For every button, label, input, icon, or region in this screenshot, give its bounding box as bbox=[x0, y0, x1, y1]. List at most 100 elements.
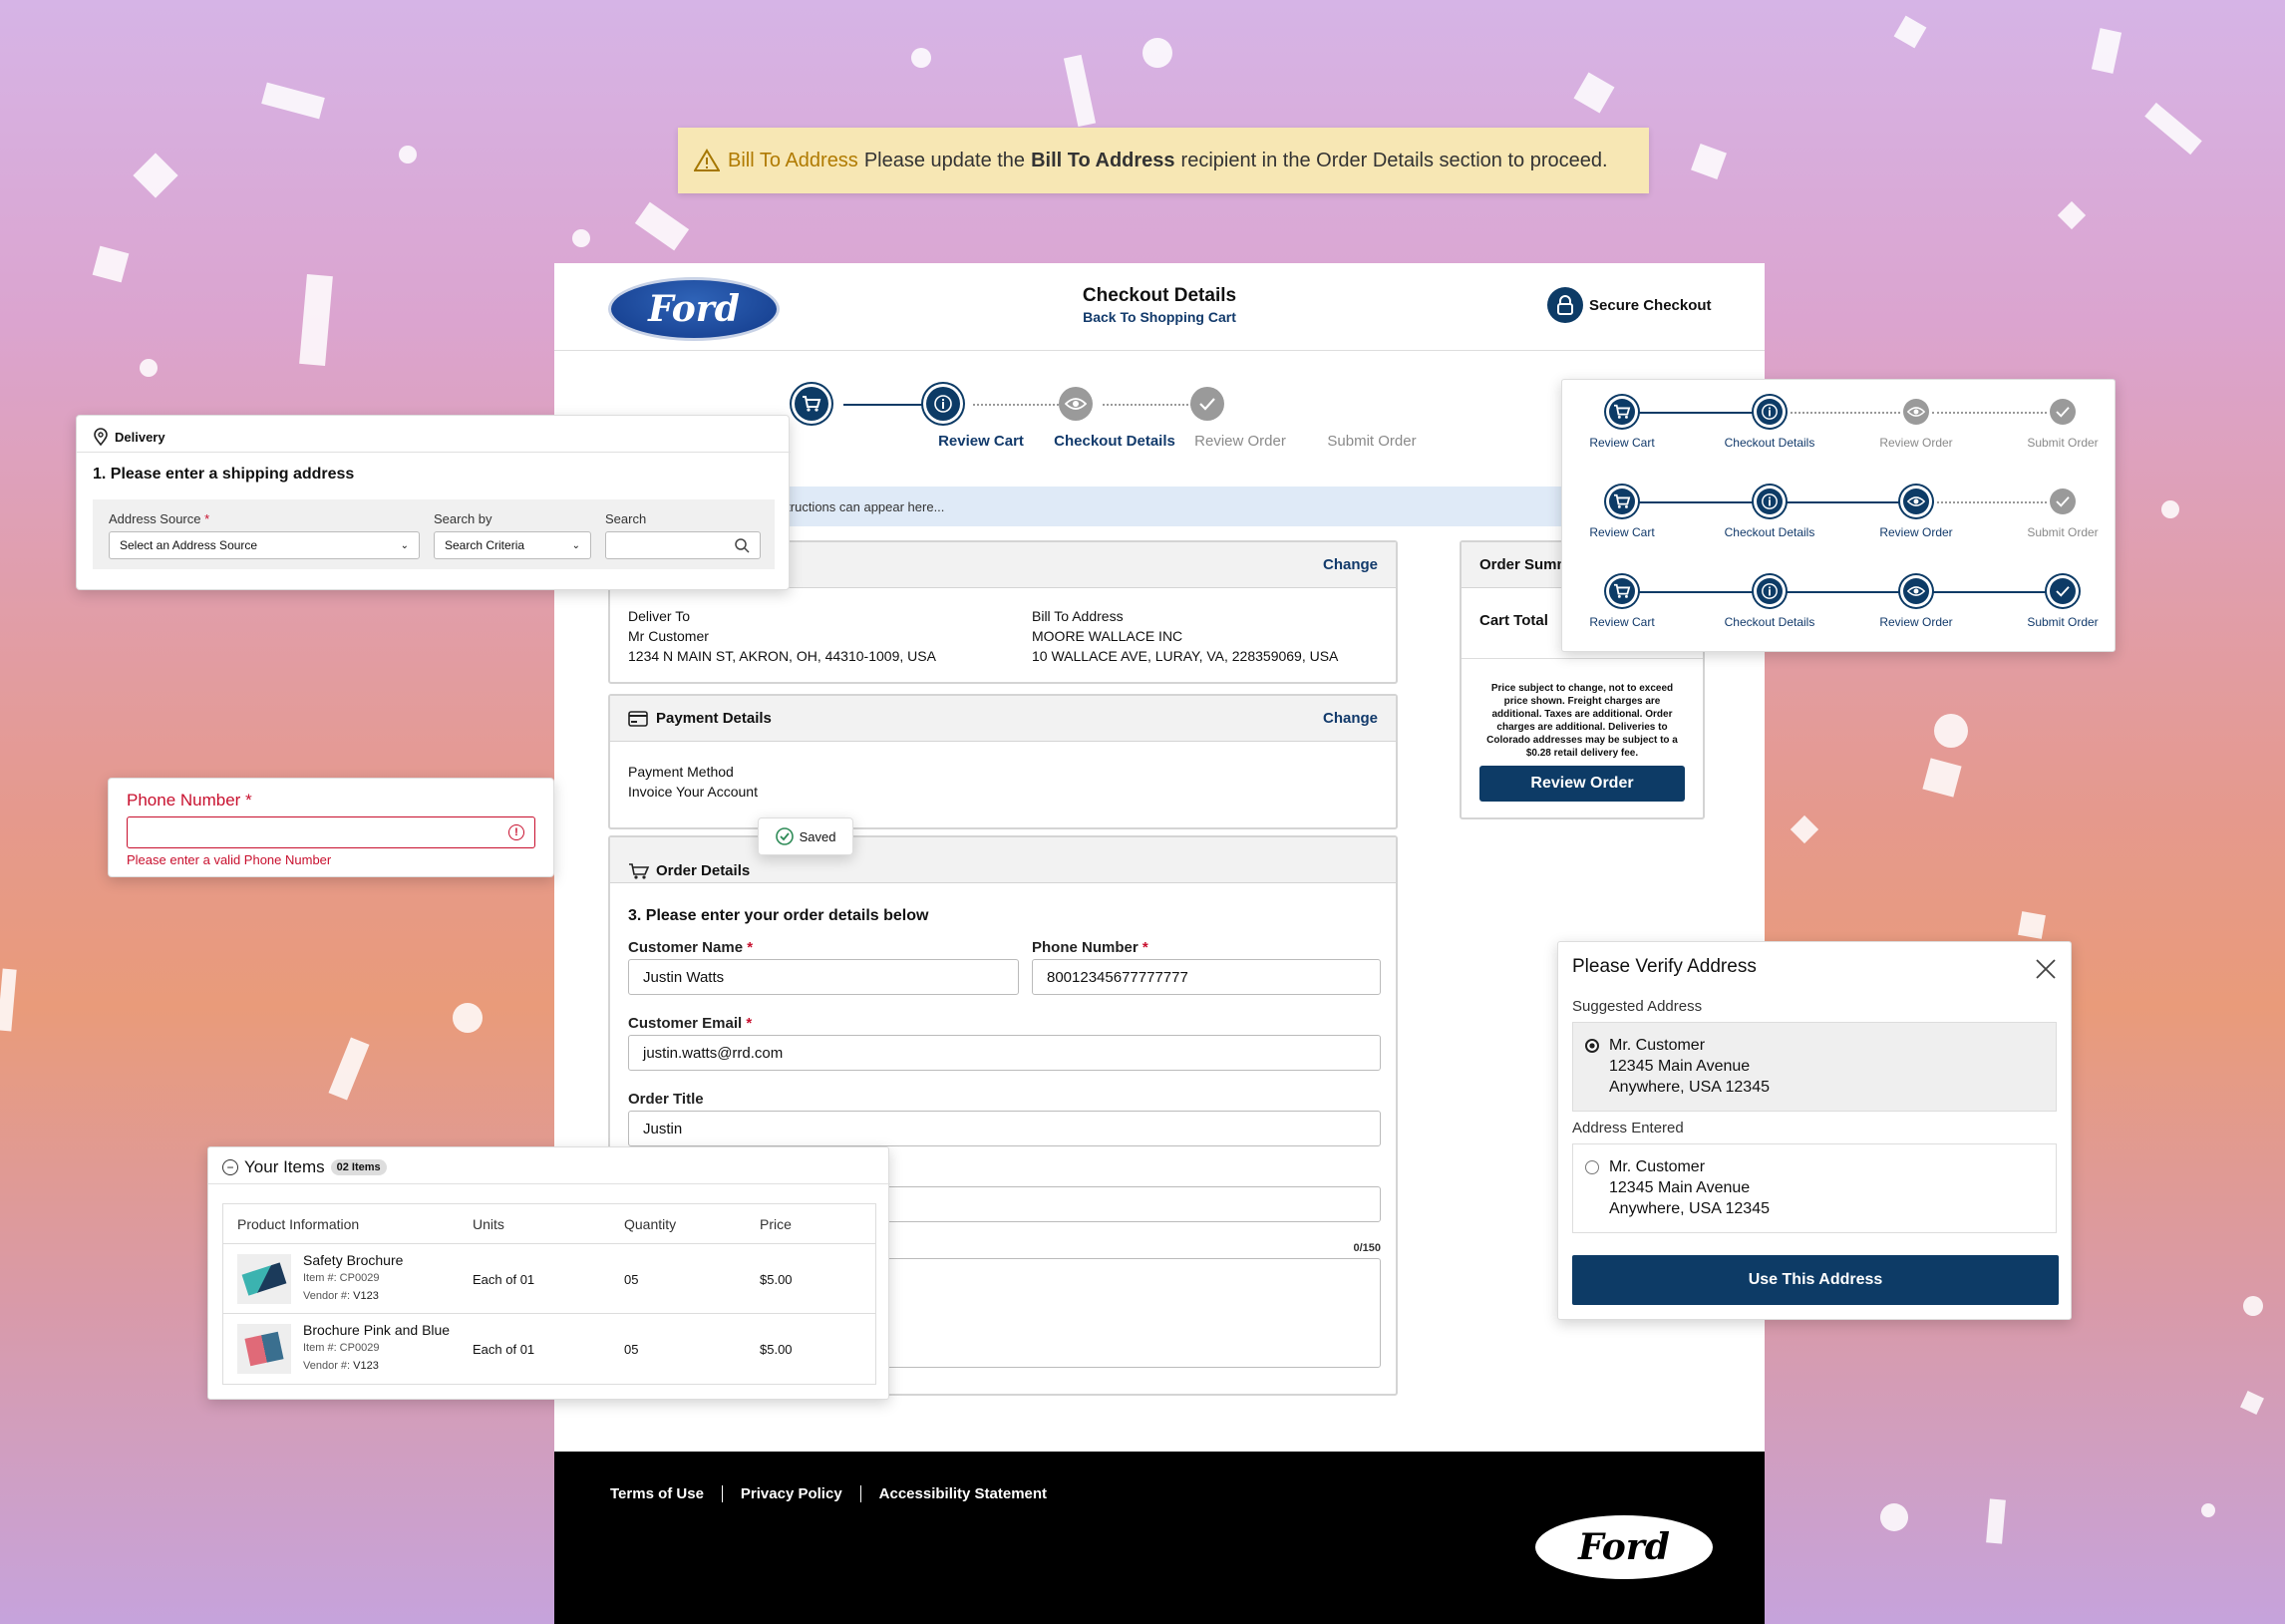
phone-error-input[interactable]: ! bbox=[127, 816, 535, 848]
col-quantity: Quantity bbox=[624, 1216, 677, 1232]
table-row: Safety Brochure Item #: CP0029 Vendor #:… bbox=[223, 1244, 875, 1314]
table-row: Brochure Pink and Blue Item #: CP0029 Ve… bbox=[223, 1314, 875, 1384]
email-label: Customer Email bbox=[628, 1015, 743, 1032]
step-label-review-cart[interactable]: Review Cart bbox=[913, 433, 1049, 450]
info-step-icon[interactable] bbox=[1757, 578, 1783, 604]
product-item: Item #: CP0029 bbox=[303, 1342, 380, 1354]
stepper-label[interactable]: Review Cart bbox=[1552, 615, 1692, 629]
eye-step-icon[interactable] bbox=[1903, 488, 1929, 514]
items-table: Product Information Units Quantity Price… bbox=[222, 1203, 876, 1385]
order-title-input[interactable]: Justin bbox=[628, 1111, 1381, 1146]
info-step-icon[interactable] bbox=[1757, 399, 1783, 425]
product-name: Safety Brochure bbox=[303, 1252, 404, 1268]
saved-toast: Saved bbox=[758, 817, 853, 855]
stepper-label[interactable]: Checkout Details bbox=[1700, 436, 1839, 450]
eye-step-icon[interactable] bbox=[1903, 399, 1929, 425]
stepper-label[interactable]: Review Cart bbox=[1552, 525, 1692, 539]
privacy-link[interactable]: Privacy Policy bbox=[723, 1485, 861, 1502]
verify-address-card: Please Verify Address Suggested Address … bbox=[1557, 941, 2072, 1320]
collapse-icon[interactable]: − bbox=[222, 1159, 238, 1175]
step-label-submit-order[interactable]: Submit Order bbox=[1304, 433, 1440, 450]
stepper-label[interactable]: Review Cart bbox=[1552, 436, 1692, 450]
search-by-select[interactable]: Search Criteria ⌄ bbox=[434, 531, 591, 559]
col-price: Price bbox=[760, 1216, 792, 1232]
page-footer: Terms of Use Privacy Policy Accessibilit… bbox=[554, 1452, 1765, 1624]
step-submit-order-icon[interactable] bbox=[1190, 387, 1224, 421]
search-input[interactable] bbox=[605, 531, 761, 559]
deliver-to-label: Deliver To bbox=[628, 608, 690, 624]
lock-icon bbox=[1547, 287, 1583, 323]
alert-prefix: Please update the bbox=[863, 149, 1026, 171]
change-payment-link[interactable]: Change bbox=[1323, 710, 1378, 727]
price-disclaimer: Price subject to change, not to exceed p… bbox=[1486, 683, 1678, 759]
step-review-cart-icon[interactable] bbox=[795, 387, 828, 421]
step-review-order-icon[interactable] bbox=[1059, 387, 1093, 421]
search-label: Search bbox=[605, 511, 647, 526]
phone-error-card: Phone Number * ! Please enter a valid Ph… bbox=[108, 778, 554, 877]
step-label-checkout-details[interactable]: Checkout Details bbox=[1035, 433, 1194, 450]
delivery-heading: 1. Please enter a shipping address bbox=[93, 466, 355, 483]
step-checkout-details-icon[interactable] bbox=[926, 387, 960, 421]
entered-option[interactable]: Mr. Customer 12345 Main Avenue Anywhere,… bbox=[1572, 1143, 2057, 1233]
terms-link[interactable]: Terms of Use bbox=[610, 1485, 723, 1502]
use-this-address-button[interactable]: Use This Address bbox=[1572, 1255, 2059, 1305]
alert-title: Bill To Address bbox=[728, 149, 858, 171]
cart-step-icon[interactable] bbox=[1609, 578, 1635, 604]
stepper-label[interactable]: Checkout Details bbox=[1700, 615, 1839, 629]
stepper-label[interactable]: Review Order bbox=[1846, 436, 1986, 450]
alert-bold: Bill To Address bbox=[1031, 149, 1175, 171]
accessibility-link[interactable]: Accessibility Statement bbox=[861, 1485, 1047, 1502]
radio-selected[interactable] bbox=[1585, 1039, 1599, 1053]
stepper-label[interactable]: Checkout Details bbox=[1700, 525, 1839, 539]
info-step-icon[interactable] bbox=[1757, 488, 1783, 514]
back-to-cart-link[interactable]: Back To Shopping Cart bbox=[953, 309, 1366, 325]
address-source-select[interactable]: Select an Address Source ⌄ bbox=[109, 531, 420, 559]
eye-step-icon[interactable] bbox=[1903, 578, 1929, 604]
footer-ford-logo[interactable]: Ford bbox=[1535, 1515, 1713, 1579]
stepper-label[interactable]: Review Order bbox=[1846, 525, 1986, 539]
summary-title: Order Summ bbox=[1479, 556, 1570, 573]
brochure-thumbnail bbox=[237, 1324, 291, 1374]
phone-label: Phone Number bbox=[1032, 939, 1139, 956]
stepper-label[interactable]: Submit Order bbox=[1993, 615, 2132, 629]
review-order-button[interactable]: Review Order bbox=[1479, 766, 1685, 802]
brochure-thumbnail bbox=[237, 1254, 291, 1304]
order-title-label: Order Title bbox=[628, 1091, 704, 1108]
phone-error-label: Phone Number bbox=[127, 791, 241, 810]
stepper-label[interactable]: Submit Order bbox=[1993, 525, 2132, 539]
cart-step-icon[interactable] bbox=[1609, 488, 1635, 514]
col-product: Product Information bbox=[237, 1216, 360, 1232]
email-input[interactable]: justin.watts@rrd.com bbox=[628, 1035, 1381, 1071]
check-step-icon[interactable] bbox=[2050, 578, 2076, 604]
alert-banner: Bill To Address Please update the Bill T… bbox=[678, 128, 1649, 193]
ford-logo[interactable]: Ford bbox=[608, 277, 780, 341]
page-title: Checkout Details bbox=[1082, 285, 1237, 306]
bill-name: MOORE WALLACE INC bbox=[1032, 628, 1183, 644]
phone-input[interactable]: 80012345677777777 bbox=[1032, 959, 1381, 995]
product-item: Item #: CP0029 bbox=[303, 1272, 380, 1284]
cart-step-icon[interactable] bbox=[1609, 399, 1635, 425]
customer-name-label: Customer Name bbox=[628, 939, 744, 956]
stepper-label[interactable]: Review Order bbox=[1846, 615, 1986, 629]
check-step-icon[interactable] bbox=[2050, 399, 2076, 425]
items-title: Your Items bbox=[244, 1157, 325, 1176]
check-circle-icon bbox=[775, 827, 794, 845]
change-address-link[interactable]: Change bbox=[1323, 556, 1378, 573]
suggested-option[interactable]: Mr. Customer 12345 Main Avenue Anywhere,… bbox=[1572, 1022, 2057, 1112]
stepper-label[interactable]: Submit Order bbox=[1993, 436, 2132, 450]
step-label-review-order[interactable]: Review Order bbox=[1172, 433, 1308, 450]
secure-checkout: Secure Checkout bbox=[1547, 287, 1712, 323]
suggested-label: Suggested Address bbox=[1572, 998, 1703, 1015]
warning-icon bbox=[694, 149, 720, 172]
radio-unselected[interactable] bbox=[1585, 1160, 1599, 1174]
product-price: $5.00 bbox=[760, 1272, 793, 1287]
payment-title: Payment Details bbox=[656, 710, 772, 727]
search-icon[interactable] bbox=[734, 537, 750, 553]
check-step-icon[interactable] bbox=[2050, 488, 2076, 514]
map-pin-icon bbox=[93, 428, 109, 446]
customer-name-input[interactable]: Justin Watts bbox=[628, 959, 1019, 995]
card-icon bbox=[628, 710, 648, 727]
your-items-card: − Your Items 02 Items Product Informatio… bbox=[207, 1146, 890, 1400]
close-icon[interactable] bbox=[2035, 958, 2057, 980]
cart-total-label: Cart Total bbox=[1479, 612, 1548, 629]
